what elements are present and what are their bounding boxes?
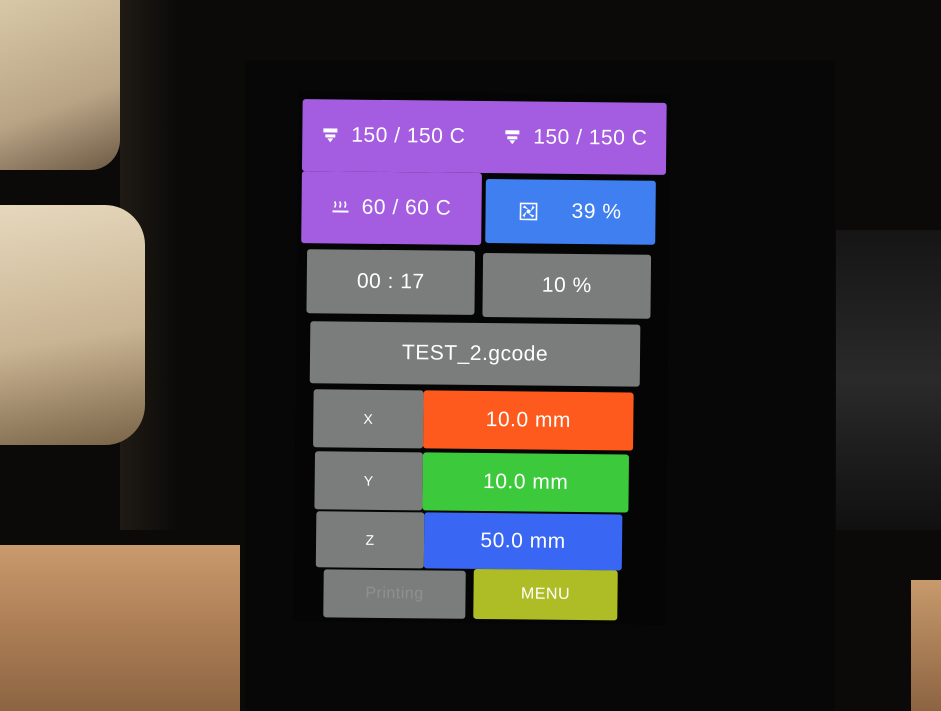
fan-speed-value: 39 %	[571, 199, 622, 224]
print-progress-value: 10 %	[541, 273, 592, 298]
extruder2-temp[interactable]: 150 / 150 C	[503, 125, 647, 151]
background-object	[0, 0, 120, 170]
axis-value-text: 50.0 mm	[480, 528, 566, 553]
bed-temp-value: 60 / 60 C	[361, 195, 452, 220]
heated-bed-icon	[332, 201, 349, 213]
axis-value-text: 10.0 mm	[482, 470, 569, 494]
extruder1-temp-value: 150 / 150 C	[351, 123, 466, 148]
axis-value-x[interactable]: 10.0 mm	[423, 390, 634, 451]
axis-label-x: X	[313, 389, 424, 449]
extruder-icon	[323, 128, 338, 143]
menu-button-label: MENU	[520, 585, 571, 603]
print-time-value: 00 : 17	[356, 269, 425, 294]
axis-label-z: Z	[315, 511, 425, 569]
menu-button[interactable]: MENU	[473, 568, 618, 621]
background-printer-frame	[836, 230, 941, 530]
file-name: TEST_2.gcode	[309, 321, 641, 387]
extruder2-temp-value: 150 / 150 C	[533, 125, 648, 150]
background-object	[0, 205, 145, 445]
axis-label-y: Y	[314, 451, 424, 511]
axis-label-text: X	[363, 410, 374, 427]
axis-label-text: Y	[363, 472, 374, 489]
axis-value-z[interactable]: 50.0 mm	[423, 512, 623, 571]
desk-surface	[911, 580, 941, 711]
print-time: 00 : 17	[306, 249, 476, 315]
touch-screen: 150 / 150 C 150 / 150 C 60 / 60 C 39 % 0…	[293, 91, 671, 625]
fan-icon	[519, 202, 538, 221]
printing-button-label: Printing	[365, 584, 424, 603]
axis-value-y[interactable]: 10.0 mm	[422, 452, 629, 513]
print-progress: 10 %	[482, 253, 652, 319]
extruder1-temp[interactable]: 150 / 150 C	[321, 123, 465, 149]
axis-label-text: Z	[365, 531, 375, 548]
printing-button[interactable]: Printing	[323, 569, 466, 619]
file-name-value: TEST_2.gcode	[401, 341, 549, 366]
temperature-panel: 150 / 150 C 150 / 150 C	[301, 99, 667, 175]
bed-temp[interactable]: 60 / 60 C	[301, 171, 482, 245]
fan-speed[interactable]: 39 %	[485, 179, 656, 245]
extruder-icon	[505, 130, 520, 145]
desk-surface	[0, 545, 240, 711]
axis-value-text: 10.0 mm	[485, 408, 572, 432]
